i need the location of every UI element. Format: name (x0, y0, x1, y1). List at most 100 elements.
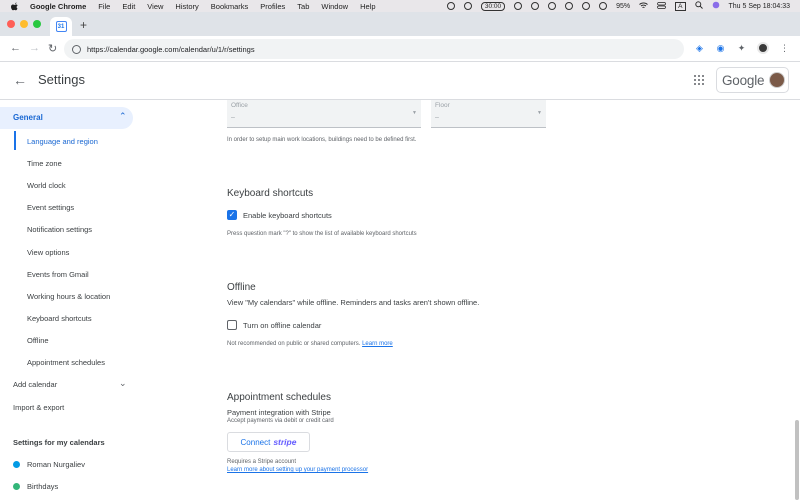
buildings-note: In order to setup main work locations, b… (227, 137, 417, 143)
minimize-window-button[interactable] (20, 20, 28, 28)
new-tab-button[interactable]: + (80, 18, 87, 32)
chevron-up-icon[interactable]: ⌃ (119, 111, 127, 122)
menubar-status-area: 30:00 95% A Thu 5 Sep 18:04:33 (446, 1, 791, 11)
status-icon-2[interactable] (463, 2, 472, 10)
page-title: Settings (38, 72, 85, 87)
keyboard-shortcuts-label[interactable]: Enable keyboard shortcuts (243, 211, 332, 220)
sidebar-calendar-roman[interactable]: Roman Nurgaliev (13, 460, 85, 469)
sidebar-item-working-hours[interactable]: Working hours & location (27, 292, 110, 301)
zoom-window-button[interactable] (33, 20, 41, 28)
sidebar-item-language-region[interactable]: Language and region (27, 137, 98, 146)
menu-bookmarks[interactable]: Bookmarks (211, 2, 249, 11)
connect-stripe-button[interactable]: Connect stripe (227, 432, 310, 452)
menubar-datetime[interactable]: Thu 5 Sep 18:04:33 (729, 3, 791, 10)
payment-processor-learn-more-link[interactable]: Learn more about setting up your payment… (227, 467, 368, 473)
play-icon[interactable] (548, 2, 557, 10)
macos-menubar: Google Chrome File Edit View History Boo… (0, 0, 800, 12)
search-icon[interactable] (694, 1, 703, 11)
sidebar-item-offline[interactable]: Offline (27, 336, 49, 345)
wifi-icon[interactable] (639, 2, 648, 11)
calendar-name: Roman Nurgaliev (27, 460, 85, 469)
back-button[interactable]: ← (10, 42, 21, 54)
menu-tab[interactable]: Tab (297, 2, 309, 11)
window-controls (7, 20, 41, 28)
info-icon[interactable] (599, 2, 608, 10)
send-icon[interactable] (531, 2, 540, 10)
tab-calendar-settings[interactable]: 31 (50, 17, 72, 36)
menu-window[interactable]: Window (321, 2, 348, 11)
sidebar-item-notification-settings[interactable]: Notification settings (27, 225, 92, 234)
chevron-down-icon[interactable]: ⌄ (119, 378, 127, 389)
main-scrollbar[interactable] (795, 420, 799, 500)
sidebar-item-keyboard-shortcuts[interactable]: Keyboard shortcuts (27, 314, 92, 323)
headphones-icon[interactable] (582, 2, 591, 10)
menu-file[interactable]: File (98, 2, 110, 11)
battery-percent: 95% (616, 2, 631, 10)
offline-checkbox[interactable] (227, 320, 237, 330)
password-manager-icon[interactable]: ◉ (715, 43, 726, 54)
apple-icon[interactable] (10, 1, 20, 11)
chrome-menu-icon[interactable]: ⋮ (779, 43, 790, 54)
calendar-color-dot (13, 483, 20, 490)
office-label: Office (231, 102, 248, 109)
siri-icon[interactable] (712, 1, 720, 11)
sidebar-item-world-clock[interactable]: World clock (27, 181, 66, 190)
input-source[interactable]: A (675, 1, 686, 11)
clock-icon[interactable] (565, 2, 574, 10)
google-apps-icon[interactable] (694, 75, 704, 85)
reload-button[interactable]: ↻ (48, 42, 57, 55)
keyboard-shortcuts-note: Press question mark "?" to show the list… (227, 231, 417, 237)
timer-badge[interactable]: 30:00 (480, 1, 506, 11)
active-indicator (14, 131, 16, 150)
site-info-icon[interactable] (72, 44, 81, 54)
forward-button[interactable]: → (29, 42, 40, 54)
sidebar-item-view-options[interactable]: View options (27, 248, 69, 257)
google-logo: Google (722, 72, 765, 88)
sidebar-item-add-calendar[interactable]: Add calendar ⌄ (13, 378, 127, 389)
account-avatar[interactable] (769, 72, 786, 88)
menu-view[interactable]: View (147, 2, 163, 11)
sidebar-item-time-zone[interactable]: Time zone (27, 159, 62, 168)
sidebar-item-import-export[interactable]: Import & export (13, 403, 64, 412)
sidebar-calendar-birthdays[interactable]: Birthdays (13, 482, 58, 491)
offline-learn-more-link[interactable]: Learn more (362, 341, 393, 347)
floor-value: – (435, 114, 439, 121)
offline-note: Not recommended on public or shared comp… (227, 341, 393, 347)
floor-select[interactable]: Floor – ▼ (431, 100, 546, 128)
stop-icon[interactable] (514, 2, 523, 10)
status-icon-1[interactable] (446, 2, 455, 10)
extensions-icon[interactable]: ✦ (736, 43, 747, 54)
dropdown-arrow-icon: ▼ (412, 110, 417, 116)
calendar-name: Birthdays (27, 482, 59, 491)
url-text[interactable]: https://calendar.google.com/calendar/u/1… (87, 45, 255, 54)
browser-tab-strip: 31 + (0, 12, 800, 36)
menu-history[interactable]: History (175, 2, 198, 11)
google-account-badge[interactable]: Google (716, 67, 789, 93)
offline-note-text: Not recommended on public or shared comp… (227, 341, 361, 347)
sidebar-item-event-settings[interactable]: Event settings (27, 203, 74, 212)
floor-label: Floor (435, 102, 450, 109)
menu-profiles[interactable]: Profiles (260, 2, 285, 11)
offline-checkbox-label[interactable]: Turn on offline calendar (243, 321, 321, 330)
sidebar-item-events-from-gmail[interactable]: Events from Gmail (27, 270, 89, 279)
menu-edit[interactable]: Edit (122, 2, 135, 11)
sidebar-item-general[interactable]: General ⌃ (0, 107, 133, 129)
control-center-icon[interactable] (657, 1, 667, 11)
office-select[interactable]: Office – ▼ (227, 100, 421, 128)
stripe-requirement-note: Requires a Stripe account (227, 459, 297, 465)
close-window-button[interactable] (7, 20, 15, 28)
back-arrow-icon[interactable]: ← (13, 72, 27, 88)
toolbar-actions: ◈ ◉ ✦ ⋮ (694, 42, 790, 54)
appointment-schedules-title: Appointment schedules (227, 392, 331, 403)
offline-title: Offline (227, 282, 256, 293)
keyboard-shortcuts-checkbox[interactable]: ✓ (227, 210, 237, 220)
sidebar-item-appointment-schedules[interactable]: Appointment schedules (27, 358, 105, 367)
calendar-color-dot (13, 461, 20, 468)
menu-help[interactable]: Help (360, 2, 375, 11)
address-bar[interactable]: https://calendar.google.com/calendar/u/1… (64, 39, 684, 59)
wifi-share-icon[interactable]: ◈ (694, 43, 705, 54)
stripe-payments-note: Accept payments via debit or credit card (227, 418, 334, 424)
settings-main: Office – ▼ Floor – ▼ In order to setup m… (140, 100, 800, 500)
profile-avatar[interactable] (757, 42, 769, 54)
menu-app-name[interactable]: Google Chrome (30, 2, 86, 11)
